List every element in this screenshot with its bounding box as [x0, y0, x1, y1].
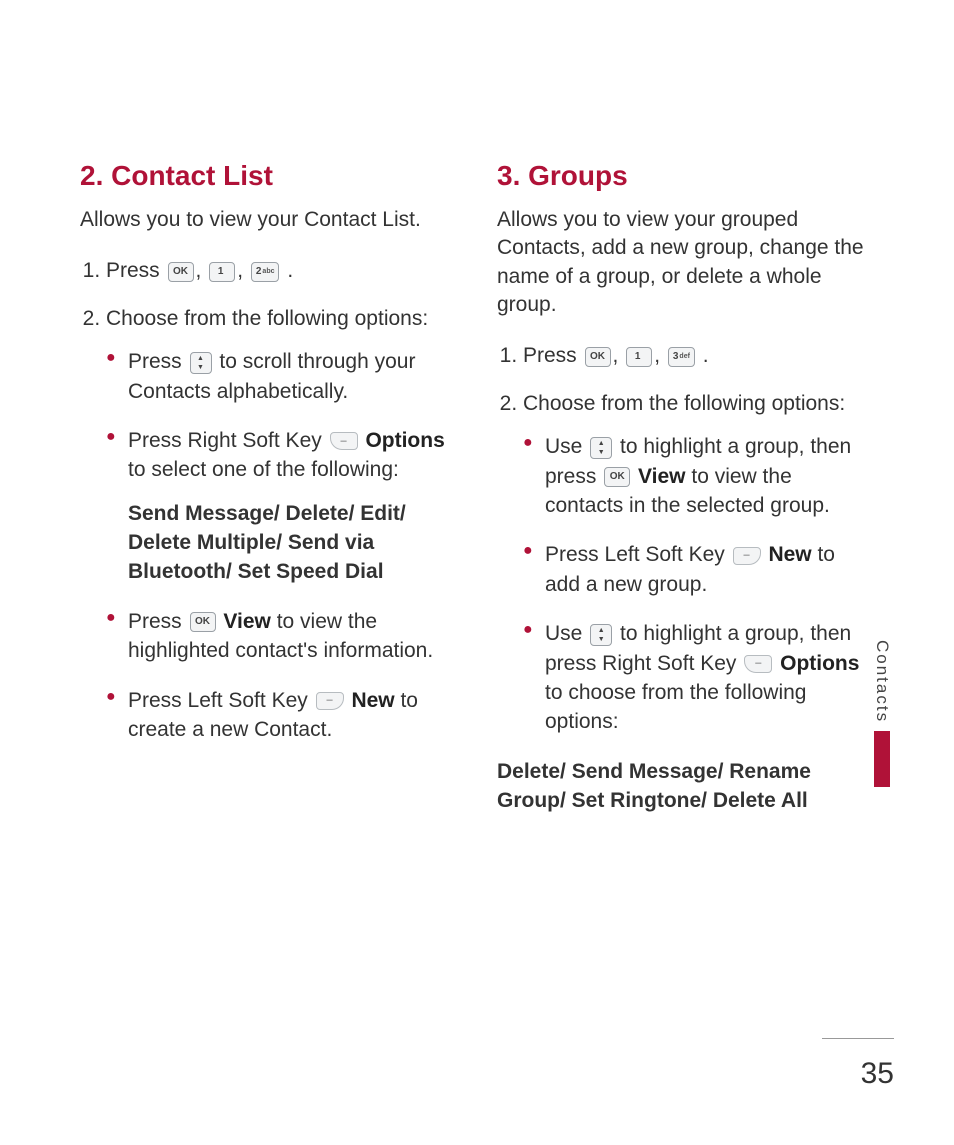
nav-updown-icon: ▲▼	[590, 624, 612, 646]
list-item: Press ▲▼ to scroll through your Contacts…	[128, 347, 457, 406]
left-soft-key-icon: –	[733, 547, 761, 565]
right-soft-key-icon: –	[744, 655, 772, 673]
content-columns: 2. Contact List Allows you to view your …	[80, 160, 874, 836]
section-title-groups: 3. Groups	[497, 160, 874, 192]
list-item: Press Right Soft Key – Options to select…	[128, 426, 457, 587]
ok-key-icon: OK	[585, 347, 611, 367]
option-strong: Options	[365, 429, 444, 452]
step-text: Press	[106, 259, 166, 282]
page-number: 35	[861, 1057, 894, 1091]
intro-text: Allows you to view your Contact List.	[80, 206, 457, 234]
right-column: 3. Groups Allows you to view your groupe…	[497, 160, 874, 836]
list-item: Use ▲▼ to highlight a group, then press …	[545, 432, 874, 520]
step-item: Press OK, 1 , 3def .	[523, 341, 874, 370]
option-text: Press Right Soft Key	[128, 429, 328, 452]
step-item: Choose from the following options: Press…	[106, 304, 457, 745]
key-sub: abc	[262, 268, 274, 275]
left-column: 2. Contact List Allows you to view your …	[80, 160, 457, 836]
side-tab-label: Contacts	[872, 640, 892, 723]
steps-list: Press OK, 1 , 2abc . Choose from the fol…	[80, 256, 457, 744]
sep-text: ,	[196, 259, 208, 282]
key-main: 1	[218, 267, 224, 277]
key-1-icon: 1	[626, 347, 652, 367]
list-item: Use ▲▼ to highlight a group, then press …	[545, 619, 874, 737]
sep-text: ,	[613, 344, 625, 367]
section-side-tab: Contacts	[870, 640, 894, 787]
key-main: 3	[673, 352, 679, 362]
option-text: Press Left Soft Key	[128, 689, 314, 712]
option-sublist: Send Message/ Delete/ Edit/ Delete Multi…	[128, 499, 457, 587]
option-strong: New	[351, 689, 394, 712]
options-list: Press ▲▼ to scroll through your Contacts…	[106, 347, 457, 744]
nav-updown-icon: ▲▼	[190, 352, 212, 374]
key-3-icon: 3def	[668, 347, 695, 367]
left-soft-key-icon: –	[316, 692, 344, 710]
option-text: Press Left Soft Key	[545, 543, 731, 566]
option-strong: Options	[780, 652, 859, 675]
key-main: 2	[256, 267, 262, 277]
option-text: Use	[545, 622, 588, 645]
key-sub	[641, 353, 643, 360]
step-item: Choose from the following options: Use ▲…	[523, 389, 874, 737]
option-strong: New	[768, 543, 811, 566]
step-text: Press	[523, 344, 583, 367]
options-summary: Delete/ Send Message/ Rename Group/ Set …	[497, 757, 874, 816]
key-1-icon: 1	[209, 262, 235, 282]
option-text: Press	[128, 350, 188, 373]
option-text: Use	[545, 435, 588, 458]
ok-key-icon: OK	[168, 262, 194, 282]
key-main: 1	[635, 352, 641, 362]
end-text: .	[697, 344, 709, 367]
list-item: Press Left Soft Key – New to add a new g…	[545, 540, 874, 599]
option-text: to choose from the following options:	[545, 681, 806, 733]
ok-key-icon: OK	[604, 467, 630, 487]
right-soft-key-icon: –	[330, 432, 358, 450]
key-sub: def	[679, 353, 690, 360]
intro-text: Allows you to view your grouped Contacts…	[497, 206, 874, 319]
list-item: Press Left Soft Key – New to create a ne…	[128, 686, 457, 745]
step-text: Choose from the following options:	[106, 307, 428, 330]
key-2-icon: 2abc	[251, 262, 280, 282]
section-title-contact-list: 2. Contact List	[80, 160, 457, 192]
nav-updown-icon: ▲▼	[590, 437, 612, 459]
list-item: Press OK View to view the highlighted co…	[128, 607, 457, 666]
end-text: .	[281, 259, 293, 282]
key-sub	[224, 268, 226, 275]
option-text: Press	[128, 610, 188, 633]
side-tab-bar-icon	[874, 731, 890, 787]
step-item: Press OK, 1 , 2abc .	[106, 256, 457, 285]
step-text: Choose from the following options:	[523, 392, 845, 415]
manual-page: 2. Contact List Allows you to view your …	[0, 0, 954, 1145]
sep-text: ,	[237, 259, 249, 282]
option-text: to select one of the following:	[128, 458, 399, 481]
footer-rule	[822, 1038, 894, 1039]
option-strong: View	[638, 465, 685, 488]
option-strong: View	[223, 610, 270, 633]
options-list: Use ▲▼ to highlight a group, then press …	[523, 432, 874, 737]
steps-list: Press OK, 1 , 3def . Choose from the fol…	[497, 341, 874, 736]
sep-text: ,	[654, 344, 666, 367]
ok-key-icon: OK	[190, 612, 216, 632]
